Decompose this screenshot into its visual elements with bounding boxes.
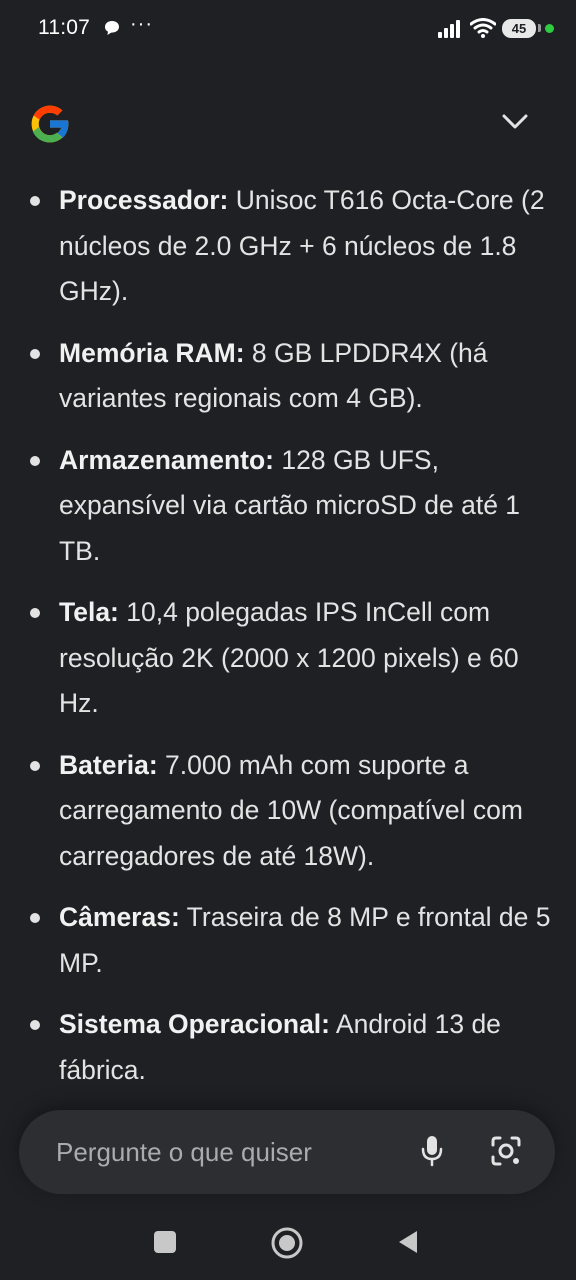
spec-list: Processador: Unisoc T616 Octa-Core (2 nú… (0, 178, 576, 1093)
bullet (30, 455, 40, 466)
spec-item-ram: Memória RAM: 8 GB LPDDR4X (há variantes … (0, 331, 576, 422)
spec-label: Tela: (59, 597, 119, 627)
wifi-icon (469, 18, 497, 43)
battery-tip (538, 24, 541, 32)
spec-item-screen: Tela: 10,4 polegadas IPS InCell com reso… (0, 590, 576, 727)
spec-label: Memória RAM: (59, 337, 245, 368)
message-icon (104, 20, 120, 41)
spec-label: Armazenamento: (59, 444, 274, 475)
status-bar: 11:07 ··· 45 (0, 0, 576, 60)
bullet (30, 196, 40, 206)
google-logo[interactable] (26, 100, 74, 153)
bullet (30, 608, 40, 618)
prompt-input-bar[interactable]: Pergunte o que quiser (19, 1110, 555, 1194)
prompt-input[interactable]: Pergunte o que quiser (56, 1137, 312, 1168)
camera-search-icon[interactable] (489, 1134, 523, 1173)
spec-text: 10,4 polegadas IPS InCell com resolução … (59, 597, 519, 718)
spec-item-cameras: Câmeras: Traseira de 8 MP e frontal de 5… (0, 895, 576, 986)
signal-icon (438, 20, 462, 43)
bullet (30, 760, 40, 771)
bullet (30, 1020, 40, 1030)
home-icon[interactable] (270, 1226, 304, 1265)
microphone-icon[interactable] (419, 1134, 445, 1175)
spec-item-os: Sistema Operacional: Android 13 de fábri… (0, 1002, 576, 1093)
spec-label: Processador: (59, 185, 229, 215)
bullet (30, 913, 40, 923)
privacy-indicator-dot (545, 24, 554, 33)
spec-label: Sistema Operacional: (59, 1009, 330, 1039)
battery-icon: 45 (502, 19, 536, 38)
answer-content: Processador: Unisoc T616 Octa-Core (2 nú… (0, 178, 576, 1098)
spec-item-processor: Processador: Unisoc T616 Octa-Core (2 nú… (0, 178, 576, 315)
more-notifications-indicator: ··· (130, 13, 153, 35)
spec-item-battery: Bateria: 7.000 mAh com suporte a carrega… (0, 743, 576, 880)
status-time: 11:07 (38, 16, 90, 39)
recents-icon[interactable] (154, 1231, 176, 1253)
back-icon[interactable] (396, 1229, 420, 1260)
bullet (30, 348, 40, 359)
chevron-down-icon[interactable] (500, 110, 530, 139)
spec-label: Bateria: (59, 749, 158, 780)
spec-item-storage: Armazenamento: 128 GB UFS, expansível vi… (0, 438, 576, 575)
spec-label: Câmeras: (59, 902, 180, 932)
